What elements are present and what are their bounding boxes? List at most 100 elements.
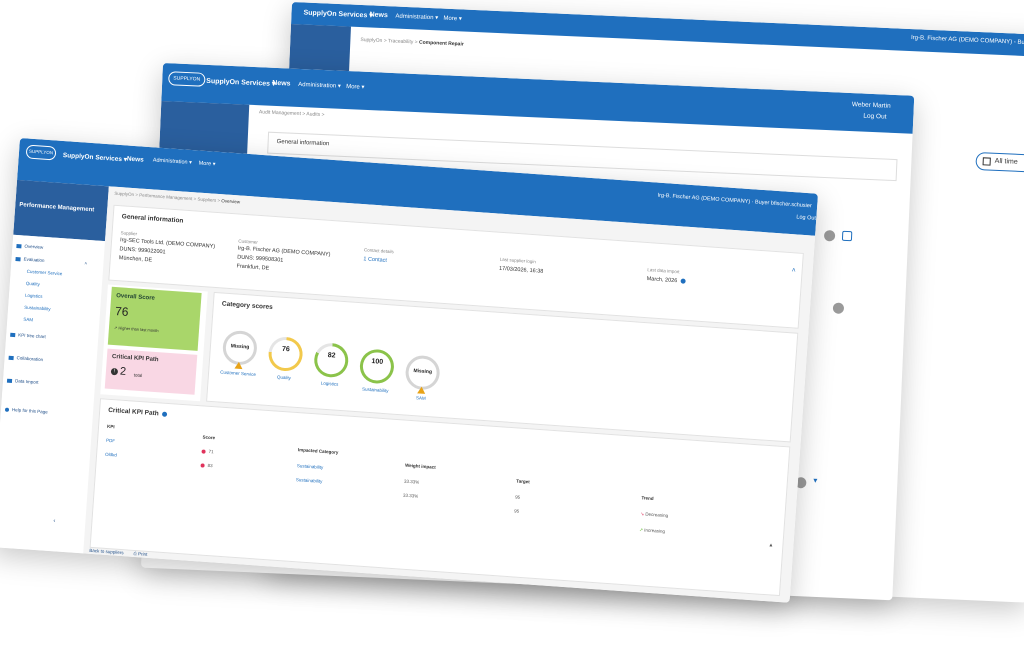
user-name[interactable]: Weber Martin [852,101,891,110]
printer-icon: ⎙ [133,550,138,557]
info-icon[interactable] [161,411,167,417]
info-icon[interactable] [680,278,686,284]
customer-label: Customer [238,238,258,245]
sidebar-item-overview[interactable]: Overview [16,243,43,250]
evaluation-icon [15,256,21,262]
col-score[interactable]: Score [202,434,215,440]
nav-news[interactable]: News [369,11,388,19]
time-filter-button[interactable]: All time [975,151,1024,173]
col-impacted-category[interactable]: Impacted Category [298,447,339,455]
back-topbar: SupplyOn Services ▾ News Administration … [291,2,1024,58]
breadcrumb-item[interactable]: Traceability [388,38,414,45]
col-kpi[interactable]: KPI [107,424,115,430]
red-dot-icon [201,449,206,454]
sidebar-item-sustainability[interactable]: Sustainability [24,305,51,312]
col-trend[interactable]: Trend [641,495,654,501]
nav-more[interactable]: More ▾ [443,15,462,23]
breadcrumb-item[interactable]: SupplyOn [360,37,382,44]
contact-link[interactable]: 1 Contact [363,256,387,264]
gauge[interactable]: Missing [221,329,259,366]
sidebar-item-label: Evaluation [23,256,45,264]
category-cell[interactable]: Sustainability [296,477,323,484]
back-to-suppliers-button[interactable]: Back to suppliers [89,548,124,555]
score-value: 83 [207,462,213,469]
sidebar-item-sam[interactable]: SAM [23,317,33,323]
last-import-value: March, 2026 [646,276,678,285]
breadcrumb-item[interactable]: Audit Management [259,109,301,117]
time-filter-label: All time [994,157,1018,166]
alert-icon: ! [110,367,119,376]
print-label: Print [137,551,148,557]
nav-news[interactable]: News [127,156,144,164]
sidebar-item-collaboration[interactable]: Collaboration [8,355,44,362]
user-info[interactable]: Irg-B. Fischer AG (DEMO COMPANY) · Buyer… [657,193,812,210]
nav-supplyon-services[interactable]: SupplyOn Services ▾ [303,9,373,20]
gauge-label[interactable]: Sustainability [350,386,400,394]
overall-score-note: ↗ Higher than last month [113,325,159,334]
status-icon [823,230,836,242]
gauge[interactable]: 82 [313,342,350,379]
last-import: March, 2026 [646,276,686,285]
gauge-label[interactable]: Customer Service [213,369,263,377]
category-cell[interactable]: Sustainability [297,463,324,470]
tree-icon [10,332,16,337]
overview-icon [16,243,22,249]
user-info[interactable]: Irg-B. Fischer AG (DEMO COMPANY) - Buyer [911,35,1024,46]
sidebar-item-label: Data Import [14,378,39,385]
supplier-duns: DUNS: 999022001 [119,246,166,256]
gauge[interactable]: 100 [358,348,396,385]
warning-icon [417,386,426,394]
supplyon-logo: SUPPLYON [168,71,206,87]
nav-administration[interactable]: Administration ▾ [298,81,341,90]
gauge-inner [361,351,392,382]
calendar-icon[interactable] [841,230,853,242]
nav-more[interactable]: More ▾ [346,83,365,91]
nav-supplyon-services[interactable]: SupplyOn Services ▾ [63,151,128,163]
nav-news[interactable]: News [272,80,291,88]
logout-link[interactable]: Log Out [796,214,816,221]
breadcrumb-item[interactable]: Performance Management [139,192,193,201]
gauge[interactable]: 76 [267,335,304,373]
table-title: Critical KPI Path [107,406,159,418]
trend-down-icon: ↘ [640,511,645,517]
breadcrumb-item[interactable]: Audits [306,111,320,118]
breadcrumb: Audit Management > Audits > [258,109,325,119]
print-button[interactable]: ⎙ Print [133,551,147,557]
breadcrumb-item[interactable]: Suppliers [197,197,216,203]
critical-kpi-tile[interactable]: Critical KPI Path ! 2 total [104,348,198,395]
chevron-down-icon[interactable]: ▾ [813,476,817,485]
col-weight-impact[interactable]: Weight impact [405,463,436,470]
trend-cell: ↘ Decreasing [640,511,668,519]
scroll-up-icon[interactable]: ▲ [768,542,773,548]
category-scores-title: Category scores [221,300,273,312]
section-title: General information [276,139,330,148]
gauge-label[interactable]: SAM [396,394,446,402]
trend-cell: ↗ Increasing [639,527,665,535]
sidebar-item-customer-service[interactable]: Customer Service [27,269,63,276]
sidebar-item-evaluation[interactable]: Evaluation ˄ [15,256,87,266]
sidebar-item-kpi-tree[interactable]: KPI tree chart [10,332,46,339]
nav-supplyon-services[interactable]: SupplyOn Services ▾ [206,77,276,88]
overall-score-tile[interactable]: Overall Score 76 ↗ Higher than last mont… [107,286,202,351]
gauge-label[interactable]: Logistics [305,379,355,387]
chevron-up-icon[interactable]: ˄ [791,267,796,274]
kpi-cell[interactable]: Oldkd [105,452,117,458]
sidebar-item-logistics[interactable]: Logistics [25,293,43,299]
col-target[interactable]: Target [516,478,530,484]
critical-kpi-suffix: total [133,372,143,379]
gauge-label[interactable]: Quality [259,373,309,381]
logout-link[interactable]: Log Out [863,113,886,121]
nav-administration[interactable]: Administration ▾ [395,13,438,22]
collapse-sidebar-icon[interactable]: ‹ [53,518,55,524]
sidebar-item-quality[interactable]: Quality [26,281,40,287]
last-login-label: Last supplier login [499,256,537,265]
nav-administration[interactable]: Administration ▾ [153,157,192,166]
gauge[interactable]: Missing [404,354,441,391]
supplier-label: Supplier [120,230,138,237]
sidebar-item-data-import[interactable]: Data Import [6,378,39,385]
trend-label: Increasing [644,527,666,534]
nav-more[interactable]: More ▾ [198,161,215,168]
kpi-cell[interactable]: PDF [106,438,115,444]
breadcrumb-item[interactable]: SupplyOn [114,191,134,197]
sidebar-item-help[interactable]: Help for this Page [4,407,48,415]
